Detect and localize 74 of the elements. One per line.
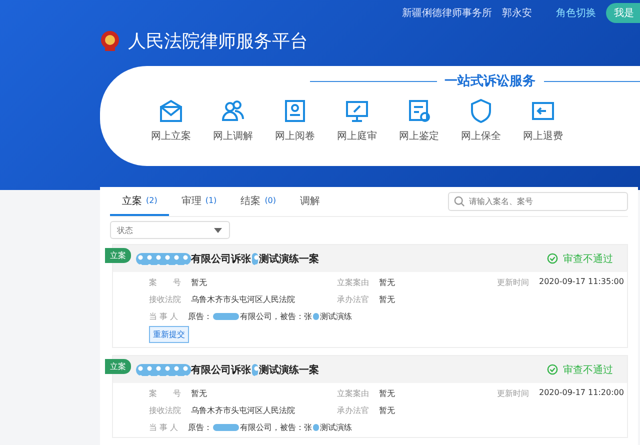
field-value: 乌鲁木齐市头屯河区人民法院 — [191, 294, 295, 305]
redaction-mark — [136, 252, 191, 264]
field-value: 暂无 — [379, 388, 395, 399]
service-item[interactable]: 网上立案 — [140, 98, 202, 143]
field-label: 接收法院 — [149, 405, 181, 416]
field-label: 更新时间 — [497, 388, 529, 399]
party-text: 测试演练 — [320, 311, 352, 322]
case-tag: 立案 — [105, 359, 131, 374]
service-item[interactable]: 网上退费 — [512, 98, 574, 143]
field-label: 立案案由 — [337, 277, 369, 288]
service-item[interactable]: 网上庭审 — [326, 98, 388, 143]
slogan: 一站式诉讼服务 — [444, 73, 536, 90]
caret-icon — [214, 228, 222, 233]
case-title-part: 测试演练一案 — [259, 252, 319, 266]
check-circle-icon — [547, 253, 558, 264]
field-value: 2020-09-17 11:35:00 — [539, 277, 624, 288]
service-document-icon — [282, 98, 308, 124]
redaction-mark — [313, 313, 320, 320]
field-label: 立案案由 — [337, 388, 369, 399]
service-hearing-icon — [344, 98, 370, 124]
redaction-mark — [252, 252, 258, 264]
field-label: 接收法院 — [149, 294, 181, 305]
case-tab[interactable]: 立案 (2) — [110, 187, 170, 216]
field-label: 更新时间 — [497, 277, 529, 288]
case-tab[interactable]: 审理 (1) — [169, 187, 229, 216]
case-title-part: 测试演练一案 — [259, 363, 319, 376]
party-text: 原告： — [188, 422, 212, 433]
emblem-icon — [100, 30, 120, 52]
field-value: 暂无 — [379, 294, 395, 305]
field-value: 暂无 — [379, 405, 395, 416]
party-text: 测试演练 — [320, 422, 352, 433]
party-text: 原告： — [188, 311, 212, 322]
field-label: 当 事 人 — [149, 422, 178, 433]
search-icon — [454, 196, 465, 207]
field-label: 承办法官 — [337, 405, 369, 416]
field-value: 暂无 — [379, 277, 395, 288]
service-item[interactable]: 网上阅卷 — [264, 98, 326, 143]
field-value: 暂无 — [191, 388, 207, 399]
field-label: 案 号 — [149, 388, 181, 399]
field-value: 2020-09-17 11:20:00 — [539, 388, 624, 399]
redaction-mark — [213, 313, 240, 320]
party-text: 有限公司，被告：张 — [240, 422, 312, 433]
service-people-icon — [220, 98, 246, 124]
field-label: 当 事 人 — [149, 311, 178, 322]
redaction-mark — [136, 364, 191, 376]
user-name: 郭永安 — [502, 6, 532, 20]
service-item[interactable]: 网上保全 — [450, 98, 512, 143]
redaction-mark — [313, 424, 320, 431]
role-switch-link[interactable]: 角色切换 — [556, 6, 596, 20]
review-status: 审查不通过 — [563, 364, 613, 376]
service-item[interactable]: 网上调解 — [202, 98, 264, 143]
field-label: 案 号 — [149, 277, 181, 288]
service-appraisal-icon — [406, 98, 432, 124]
status-dropdown[interactable]: 状态 — [110, 221, 230, 239]
case-tab[interactable]: 结案 (0) — [228, 187, 288, 216]
case-tag: 立案 — [105, 248, 131, 263]
platform-title: 人民法院律师服务平台 — [128, 30, 308, 53]
field-label: 承办法官 — [337, 294, 369, 305]
search-field[interactable]: 请输入案名、案号 — [448, 192, 628, 211]
resubmit-button[interactable]: 重新提交 — [149, 326, 189, 343]
service-item[interactable]: 网上鉴定 — [388, 98, 450, 143]
field-value: 乌鲁木齐市头屯河区人民法院 — [191, 405, 295, 416]
party-text: 有限公司，被告：张 — [240, 311, 312, 322]
review-status: 审查不通过 — [563, 252, 613, 266]
case-tab[interactable]: 调解 — [288, 187, 332, 216]
redaction-mark — [213, 424, 240, 431]
service-envelope-icon — [158, 98, 184, 124]
case-title-part: 有限公司诉张 — [191, 252, 251, 266]
redaction-mark — [252, 364, 258, 376]
field-value: 暂无 — [191, 277, 207, 288]
firm-name: 新疆俐德律师事务所 — [402, 6, 492, 20]
case-title-part: 有限公司诉张 — [191, 364, 251, 376]
service-shield-icon — [468, 98, 494, 124]
check-circle-icon — [547, 364, 558, 375]
